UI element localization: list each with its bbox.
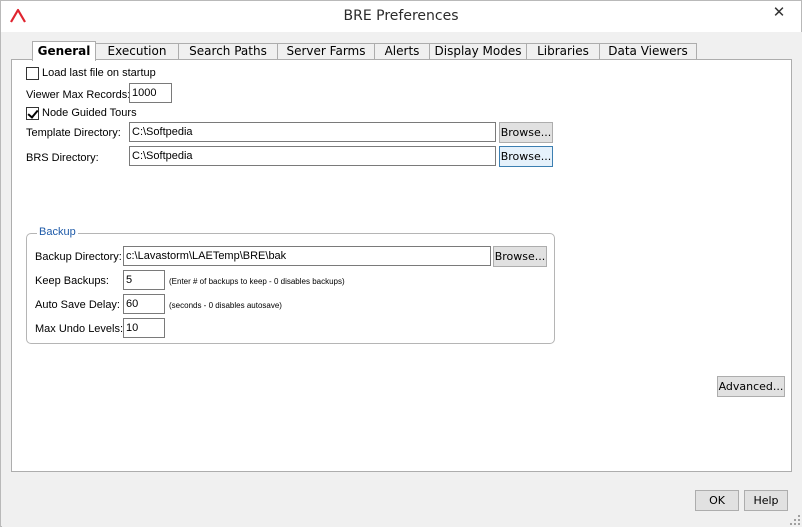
max-undo-levels-label: Max Undo Levels: — [35, 323, 124, 335]
advanced-button[interactable]: Advanced... — [717, 376, 785, 397]
window-title: BRE Preferences — [343, 8, 459, 24]
auto-save-delay-label: Auto Save Delay: — [35, 299, 120, 311]
title-bar[interactable]: BRE Preferences ✕ — [1, 1, 801, 32]
dialog-body: General Execution Search Paths Server Fa… — [2, 32, 802, 527]
keep-backups-input[interactable]: 5 — [123, 270, 165, 290]
backup-group: Backup Backup Directory: c:\Lavastorm\LA… — [26, 226, 555, 344]
viewer-max-records-input[interactable]: 1000 — [129, 83, 172, 103]
backup-browse-button[interactable]: Browse... — [493, 246, 547, 267]
load-last-file-label: Load last file on startup — [42, 67, 156, 79]
close-icon[interactable]: ✕ — [763, 1, 795, 23]
auto-save-delay-input[interactable]: 60 — [123, 294, 165, 314]
tab-libraries[interactable]: Libraries — [526, 43, 600, 60]
general-tab-panel: Load last file on startup Viewer Max Rec… — [11, 59, 792, 472]
template-directory-input[interactable]: C:\Softpedia — [129, 122, 496, 142]
backup-group-title: Backup — [37, 226, 78, 238]
backup-directory-label: Backup Directory: — [35, 251, 122, 263]
template-browse-button[interactable]: Browse... — [499, 122, 553, 143]
tab-data-viewers[interactable]: Data Viewers — [599, 43, 697, 60]
brs-browse-button[interactable]: Browse... — [499, 146, 553, 167]
tab-server-farms[interactable]: Server Farms — [277, 43, 375, 60]
tab-display-modes[interactable]: Display Modes — [429, 43, 527, 60]
tab-execution[interactable]: Execution — [95, 43, 179, 60]
auto-save-delay-hint: (seconds - 0 disables autosave) — [169, 301, 282, 310]
brs-directory-input[interactable]: C:\Softpedia — [129, 146, 496, 166]
help-button[interactable]: Help — [744, 490, 788, 511]
max-undo-levels-input[interactable]: 10 — [123, 318, 165, 338]
viewer-max-records-label: Viewer Max Records: — [26, 89, 131, 101]
keep-backups-label: Keep Backups: — [35, 275, 109, 287]
tab-alerts[interactable]: Alerts — [374, 43, 430, 60]
tab-search-paths[interactable]: Search Paths — [178, 43, 278, 60]
backup-directory-input[interactable]: c:\Lavastorm\LAETemp\BRE\bak — [123, 246, 491, 266]
tab-strip: General Execution Search Paths Server Fa… — [32, 41, 697, 61]
node-guided-tours-checkbox[interactable] — [26, 107, 39, 120]
load-last-file-checkbox[interactable] — [26, 67, 39, 80]
ok-button[interactable]: OK — [695, 490, 739, 511]
node-guided-tours-label: Node Guided Tours — [42, 107, 137, 119]
brs-directory-label: BRS Directory: — [26, 152, 99, 164]
tab-general[interactable]: General — [32, 41, 96, 61]
preferences-window: BRE Preferences ✕ General Execution Sear… — [0, 0, 802, 527]
resize-grip-icon[interactable] — [790, 515, 800, 525]
template-directory-label: Template Directory: — [26, 127, 121, 139]
keep-backups-hint: (Enter # of backups to keep - 0 disables… — [169, 277, 345, 286]
